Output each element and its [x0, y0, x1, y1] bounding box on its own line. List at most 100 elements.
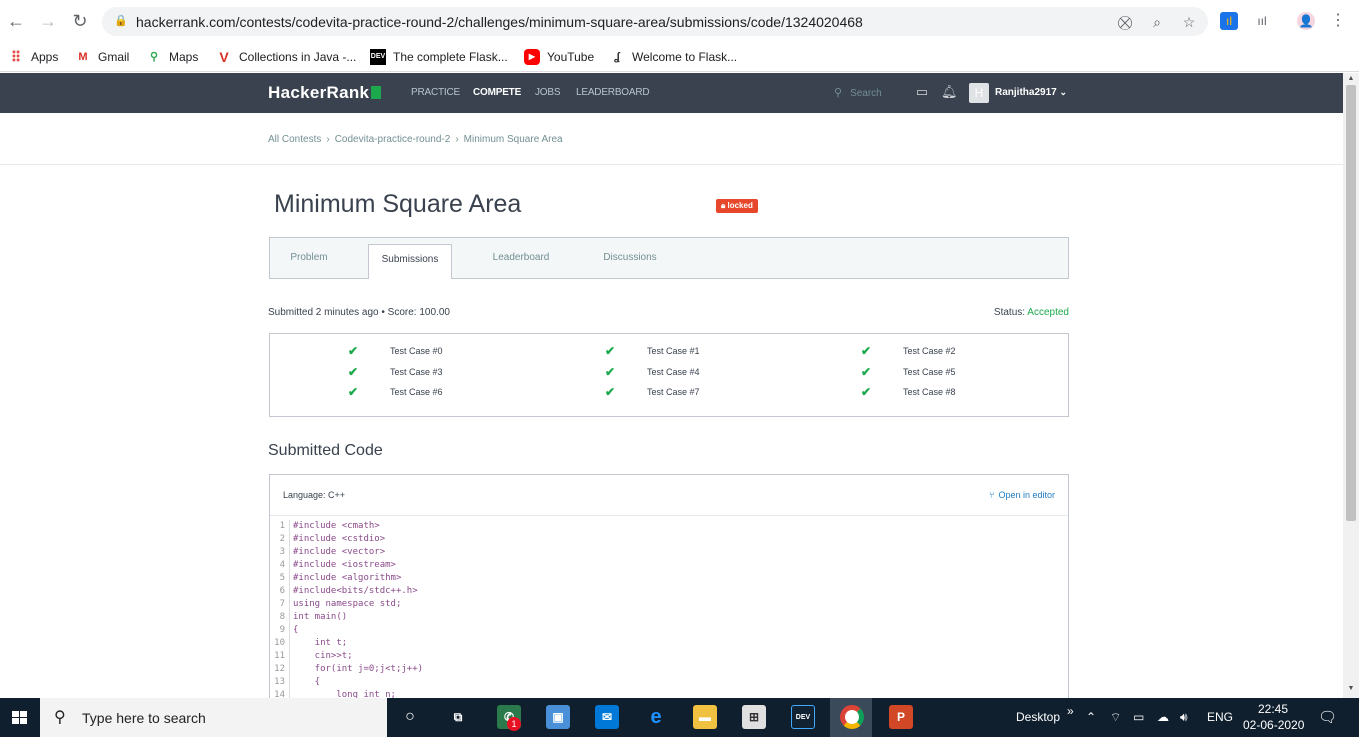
bookmark-gmail[interactable]: M Gmail: [75, 47, 129, 67]
code-viewer[interactable]: Language: C++ ⑂ Open in editor 1 #include …: [269, 474, 1069, 714]
open-in-editor-link[interactable]: ⑂ Open in editor: [989, 490, 1055, 500]
photos-icon[interactable]: ▣: [546, 705, 570, 729]
windows-taskbar: ⚲ Type here to search ○ ⧉ ✆ 1 ▣ ✉ e ▬ ⊞ …: [0, 698, 1359, 737]
mail-icon[interactable]: ✉: [595, 705, 619, 729]
messages-icon[interactable]: ▭: [914, 84, 930, 100]
bookmark-maps[interactable]: ⚲ Maps: [146, 47, 198, 67]
profile-avatar-icon[interactable]: 👤: [1297, 12, 1315, 30]
scroll-up-icon[interactable]: ▲: [1346, 75, 1356, 82]
breadcrumb-all-contests[interactable]: All Contests: [268, 134, 321, 145]
test-case[interactable]: Test Case #8: [903, 387, 956, 397]
bookmark-star-icon[interactable]: ☆: [1180, 13, 1198, 31]
line-number: 1: [270, 520, 290, 533]
bookmark-collections-java[interactable]: V Collections in Java -...: [216, 47, 356, 67]
task-view-icon[interactable]: ⧉: [446, 705, 470, 729]
bookmark-youtube[interactable]: ▶ YouTube: [524, 47, 594, 67]
test-case[interactable]: Test Case #7: [647, 387, 700, 397]
show-hidden-icons[interactable]: ⌃: [1086, 710, 1096, 724]
bookmark-apps[interactable]: ⠿ Apps: [8, 47, 59, 67]
bookmark-label: Gmail: [98, 50, 130, 64]
test-case[interactable]: Test Case #6: [390, 387, 443, 397]
line-number: 13: [270, 676, 290, 689]
username-menu[interactable]: Ranjitha2917 ⌄: [995, 87, 1067, 98]
breadcrumb: All Contests › Codevita-practice-round-2 › M…: [268, 134, 563, 145]
powerpoint-icon[interactable]: P: [889, 705, 913, 729]
start-button[interactable]: [0, 698, 40, 737]
tab-submissions[interactable]: Submissions: [368, 244, 452, 279]
analytics-extension-icon[interactable]: ıl: [1220, 12, 1238, 30]
chart-extension-icon[interactable]: ııl: [1253, 12, 1271, 30]
youtube-icon: ▶: [524, 49, 540, 65]
browser-toolbar: ← → ↻ 🔒 hackerrank.com/contests/codevita…: [0, 0, 1359, 43]
tab-leaderboard[interactable]: Leaderboard: [482, 238, 560, 278]
breadcrumb-bar: All Contests › Codevita-practice-round-2 › M…: [0, 113, 1343, 165]
maps-icon: ⚲: [149, 51, 159, 63]
nav-compete[interactable]: COMPETE: [473, 87, 521, 98]
search-input[interactable]: ⚲ Search: [834, 86, 882, 99]
breadcrumb-contest[interactable]: Codevita-practice-round-2: [335, 134, 451, 145]
breadcrumb-challenge[interactable]: Minimum Square Area: [464, 134, 563, 145]
nav-jobs[interactable]: JOBS: [535, 87, 561, 98]
check-icon: ✔: [861, 344, 872, 358]
wifi-icon[interactable]: ⌔: [1110, 710, 1121, 725]
check-icon: ✔: [348, 344, 359, 358]
line-number: 9: [270, 624, 290, 637]
bookmark-flask-welcome[interactable]: ʆ Welcome to Flask...: [609, 47, 737, 67]
check-icon: ✔: [605, 344, 616, 358]
dev-icon: DEV: [370, 49, 386, 65]
v-logo-icon: V: [219, 49, 229, 65]
code-line: 3 #include <vector>: [270, 546, 1068, 559]
bookmark-flask-dev[interactable]: DEV The complete Flask...: [370, 47, 508, 67]
reload-icon[interactable]: ↻: [69, 10, 91, 32]
tab-problem[interactable]: Problem: [270, 238, 348, 278]
zoom-icon[interactable]: ⌕: [1148, 13, 1166, 31]
clock-time[interactable]: 22:45: [1258, 702, 1288, 716]
clock-date[interactable]: 02-06-2020: [1243, 718, 1304, 732]
scroll-down-icon[interactable]: ▼: [1346, 685, 1356, 692]
blocked-content-icon[interactable]: ⛒: [1116, 13, 1134, 31]
store-icon[interactable]: ⊞: [742, 705, 766, 729]
nav-practice[interactable]: PRACTICE: [411, 87, 460, 98]
edge-icon[interactable]: e: [644, 705, 668, 729]
search-icon: ⚲: [54, 709, 66, 726]
desktop-label[interactable]: Desktop: [1016, 710, 1060, 724]
code-text: #include <vector>: [293, 547, 386, 557]
test-case[interactable]: Test Case #1: [647, 346, 700, 356]
line-number: 7: [270, 598, 290, 611]
battery-icon[interactable]: ▭: [1133, 710, 1144, 724]
code-line: 10 int t;: [270, 637, 1068, 650]
test-case[interactable]: Test Case #2: [903, 346, 956, 356]
cortana-icon[interactable]: ○: [398, 705, 422, 729]
code-text: #include <algorithm>: [293, 573, 402, 583]
test-case[interactable]: Test Case #4: [647, 367, 700, 377]
chevron-more-icon[interactable]: »: [1067, 704, 1074, 718]
code-text: cin>>t;: [293, 651, 353, 661]
code-text: #include <iostream>: [293, 560, 396, 570]
taskbar-search[interactable]: ⚲ Type here to search: [40, 698, 387, 737]
language-indicator[interactable]: ENG: [1207, 710, 1233, 724]
volume-icon[interactable]: 🔊︎: [1180, 710, 1188, 725]
tab-discussions[interactable]: Discussions: [595, 238, 665, 278]
nav-leaderboard[interactable]: LEADERBOARD: [576, 87, 650, 98]
test-case[interactable]: Test Case #3: [390, 367, 443, 377]
chrome-icon[interactable]: [840, 705, 864, 729]
page-scrollbar[interactable]: ▲ ▼: [1343, 73, 1359, 698]
test-case[interactable]: Test Case #0: [390, 346, 443, 356]
hackerrank-logo[interactable]: HackerRank: [268, 83, 382, 103]
scroll-thumb[interactable]: [1346, 85, 1356, 521]
test-case[interactable]: Test Case #5: [903, 367, 956, 377]
notifications-bell-icon[interactable]: 🔔︎: [941, 84, 958, 100]
forward-arrow-icon[interactable]: →: [37, 10, 59, 32]
language-label: Language: C++: [283, 490, 346, 500]
action-center-icon[interactable]: 🗨︎: [1318, 708, 1337, 726]
code-text: {: [293, 625, 299, 635]
file-explorer-icon[interactable]: ▬: [693, 705, 717, 729]
test-cases-panel: ✔ Test Case #0 ✔ Test Case #1 ✔ Test Cas…: [269, 333, 1069, 417]
menu-kebab-icon[interactable]: ⋮: [1329, 12, 1347, 30]
code-line: 12 for(int j=0;j<t;j++): [270, 663, 1068, 676]
back-arrow-icon[interactable]: ←: [5, 10, 27, 32]
onedrive-cloud-icon[interactable]: ☁: [1157, 710, 1169, 724]
devcpp-icon[interactable]: DEV: [791, 705, 815, 729]
address-bar[interactable]: 🔒 hackerrank.com/contests/codevita-pract…: [102, 7, 1208, 36]
avatar[interactable]: H: [969, 83, 989, 103]
